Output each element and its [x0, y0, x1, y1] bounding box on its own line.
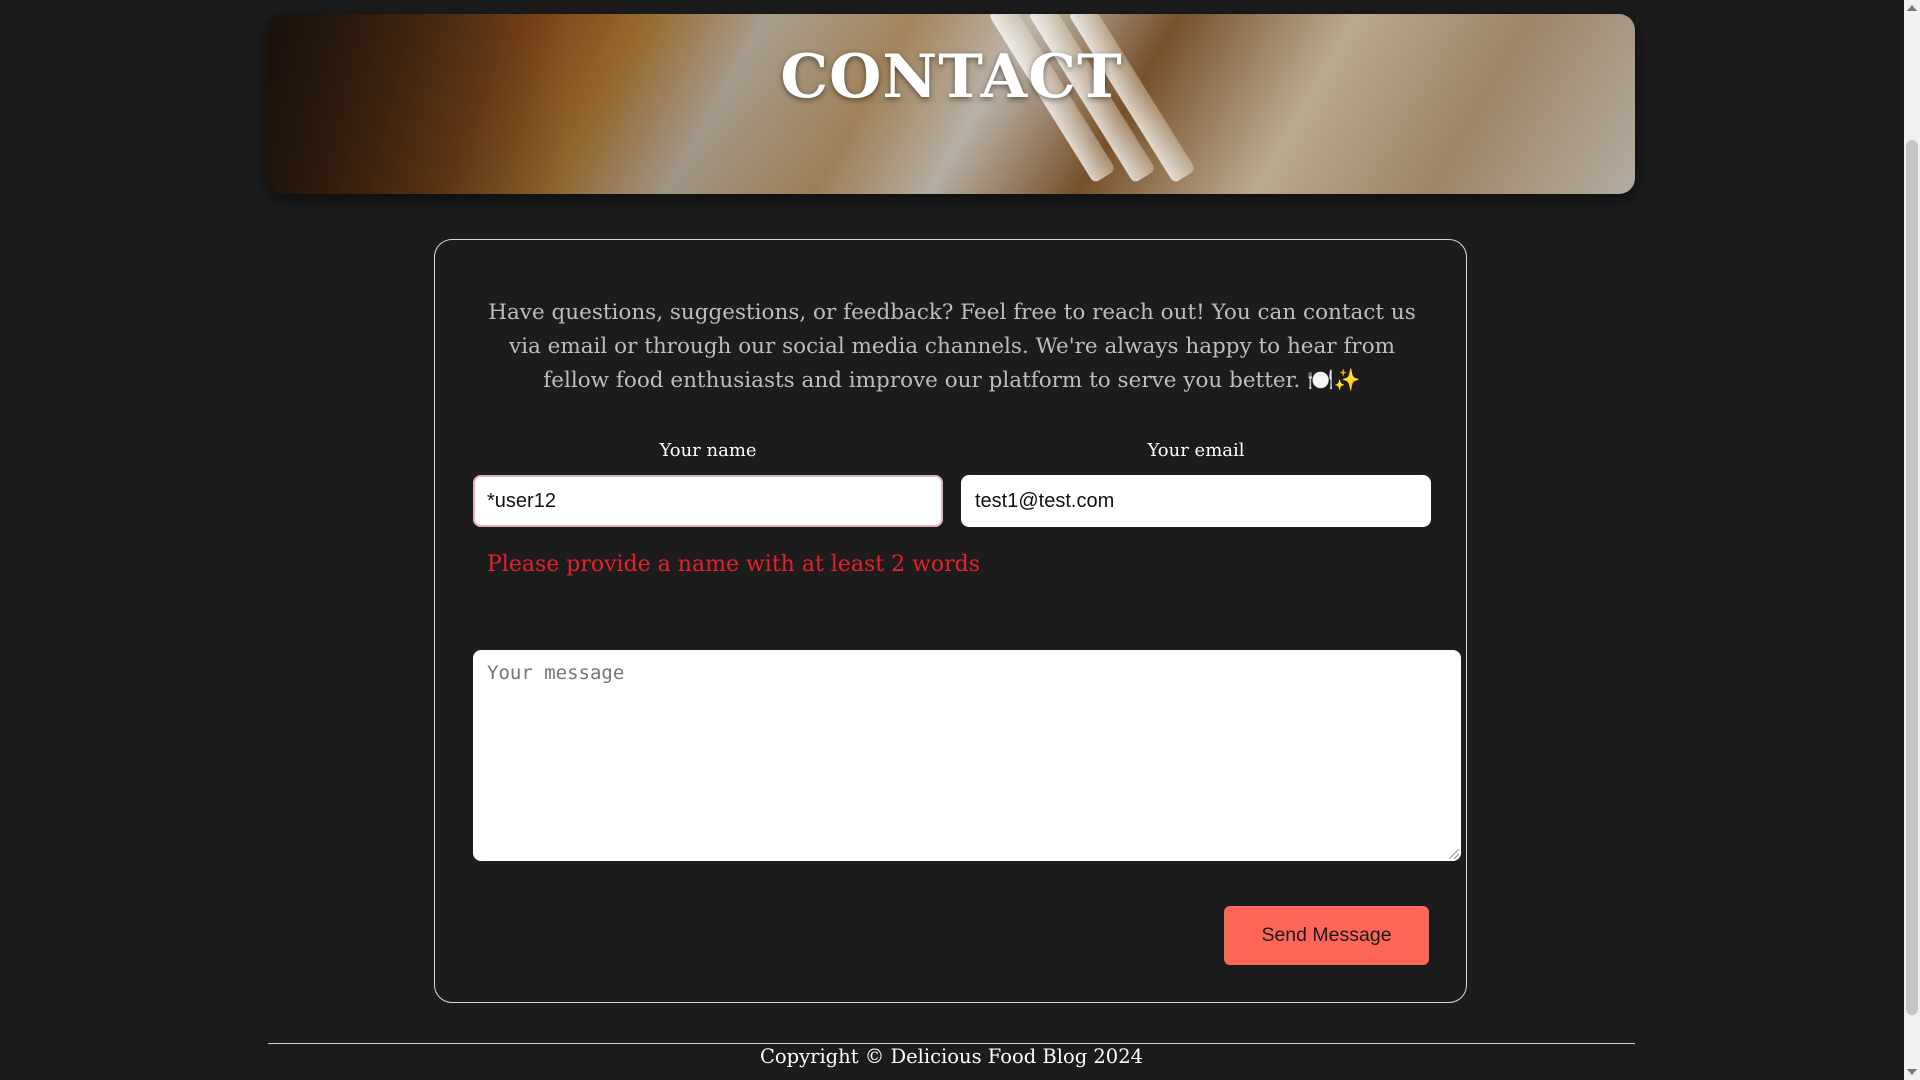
email-input[interactable] [961, 475, 1431, 527]
vertical-scrollbar[interactable] [1904, 0, 1920, 1080]
page: CONTACT Have questions, suggestions, or … [0, 0, 1904, 1080]
name-error-message: Please provide a name with at least 2 wo… [487, 552, 981, 577]
name-input[interactable] [473, 475, 943, 527]
scrollbar-thumb[interactable] [1906, 140, 1918, 1015]
scroll-down-arrow-icon[interactable] [1907, 1069, 1917, 1075]
page-title: CONTACT [780, 42, 1123, 112]
hero-banner: CONTACT [268, 14, 1635, 194]
scroll-up-arrow-icon[interactable] [1907, 5, 1917, 11]
email-field-label: Your email [1147, 440, 1245, 461]
footer-divider [268, 1043, 1635, 1044]
footer-copyright: Copyright © Delicious Food Blog 2024 [759, 1045, 1144, 1068]
message-textarea[interactable] [473, 650, 1461, 861]
textarea-resize-handle[interactable] [1449, 849, 1459, 859]
contact-form-card: Have questions, suggestions, or feedback… [434, 239, 1467, 1003]
contact-intro-text: Have questions, suggestions, or feedback… [488, 300, 1416, 393]
send-message-button[interactable]: Send Message [1224, 906, 1429, 965]
name-field-label: Your name [659, 440, 757, 461]
